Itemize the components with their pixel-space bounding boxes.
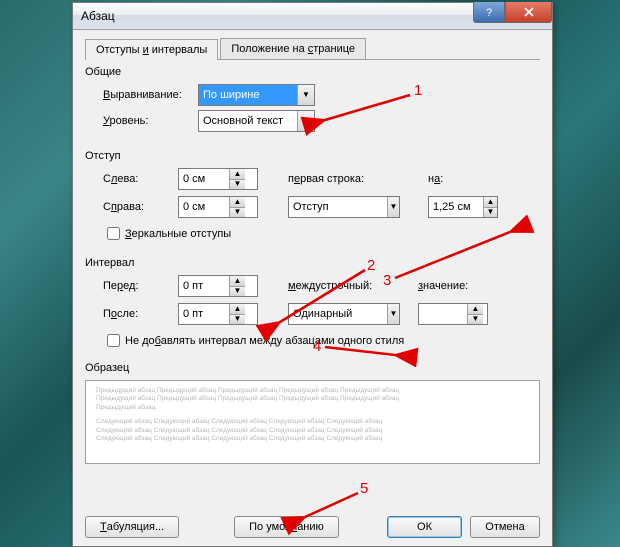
at-label: значение:: [418, 280, 513, 292]
spin-down-icon[interactable]: ▼: [484, 208, 497, 218]
tab-indents[interactable]: Отступы и интервалы: [85, 39, 218, 60]
left-value[interactable]: [179, 169, 229, 189]
help-button[interactable]: ?: [473, 2, 505, 23]
linespacing-combo[interactable]: ▼: [288, 303, 400, 325]
spin-up-icon[interactable]: ▲: [468, 304, 483, 315]
level-value[interactable]: [199, 111, 297, 131]
spin-down-icon[interactable]: ▼: [468, 315, 483, 325]
noadd-checkbox[interactable]: [107, 334, 120, 347]
section-indent: Отступ: [85, 150, 540, 162]
by-spin[interactable]: ▲▼: [428, 196, 498, 218]
cancel-button[interactable]: Отмена: [470, 516, 540, 538]
tab-position[interactable]: Положение на странице: [220, 38, 366, 59]
spin-up-icon[interactable]: ▲: [484, 197, 497, 208]
paragraph-dialog: Абзац ? Отступы и интервалы Положение на…: [72, 2, 553, 547]
after-value[interactable]: [179, 304, 229, 324]
dropdown-icon[interactable]: ▼: [387, 197, 399, 217]
alignment-label: Выравнивание:: [103, 89, 198, 101]
dropdown-icon[interactable]: ▼: [387, 304, 399, 324]
titlebar[interactable]: Абзац ?: [73, 3, 552, 30]
section-spacing: Интервал: [85, 257, 540, 269]
by-label: на:: [428, 173, 523, 185]
at-spin[interactable]: ▲▼: [418, 303, 488, 325]
right-spin[interactable]: ▲▼: [178, 196, 258, 218]
spin-down-icon[interactable]: ▼: [230, 287, 245, 297]
firstline-combo[interactable]: ▼: [288, 196, 400, 218]
right-value[interactable]: [179, 197, 229, 217]
spin-up-icon[interactable]: ▲: [230, 276, 245, 287]
before-spin[interactable]: ▲▼: [178, 275, 258, 297]
spin-down-icon[interactable]: ▼: [230, 180, 245, 190]
dropdown-icon[interactable]: ▼: [297, 111, 314, 131]
spin-up-icon[interactable]: ▲: [230, 304, 245, 315]
at-value[interactable]: [419, 304, 467, 324]
linespacing-value[interactable]: [289, 304, 387, 324]
default-button[interactable]: По умолчанию: [234, 516, 339, 538]
spin-down-icon[interactable]: ▼: [230, 208, 245, 218]
before-value[interactable]: [179, 276, 229, 296]
after-spin[interactable]: ▲▼: [178, 303, 258, 325]
dropdown-icon[interactable]: ▼: [297, 85, 314, 105]
spin-up-icon[interactable]: ▲: [230, 169, 245, 180]
level-combo[interactable]: ▼: [198, 110, 315, 132]
section-preview: Образец: [85, 362, 540, 374]
spin-up-icon[interactable]: ▲: [230, 197, 245, 208]
close-button[interactable]: [505, 2, 552, 23]
linespacing-label: междустрочный:: [288, 280, 383, 292]
svg-text:?: ?: [486, 7, 492, 18]
section-general: Общие: [85, 66, 540, 78]
mirror-label: Зеркальные отступы: [125, 228, 231, 240]
tabs-button[interactable]: Табуляция...: [85, 516, 179, 538]
left-spin[interactable]: ▲▼: [178, 168, 258, 190]
alignment-combo[interactable]: ▼: [198, 84, 315, 106]
firstline-label: первая строка:: [288, 173, 383, 185]
preview-box: Предыдущий абзац Предыдущий абзац Предыд…: [85, 380, 540, 464]
spin-down-icon[interactable]: ▼: [230, 315, 245, 325]
by-value[interactable]: [429, 197, 483, 217]
noadd-label: Не добавлять интервал между абзацами одн…: [125, 335, 404, 347]
firstline-value[interactable]: [289, 197, 387, 217]
ok-button[interactable]: ОК: [387, 516, 462, 538]
mirror-checkbox[interactable]: [107, 227, 120, 240]
window-title: Абзац: [81, 9, 115, 23]
tabstrip: Отступы и интервалы Положение на страниц…: [85, 38, 540, 60]
level-label: Уровень:: [103, 115, 198, 127]
alignment-value[interactable]: [199, 85, 297, 105]
